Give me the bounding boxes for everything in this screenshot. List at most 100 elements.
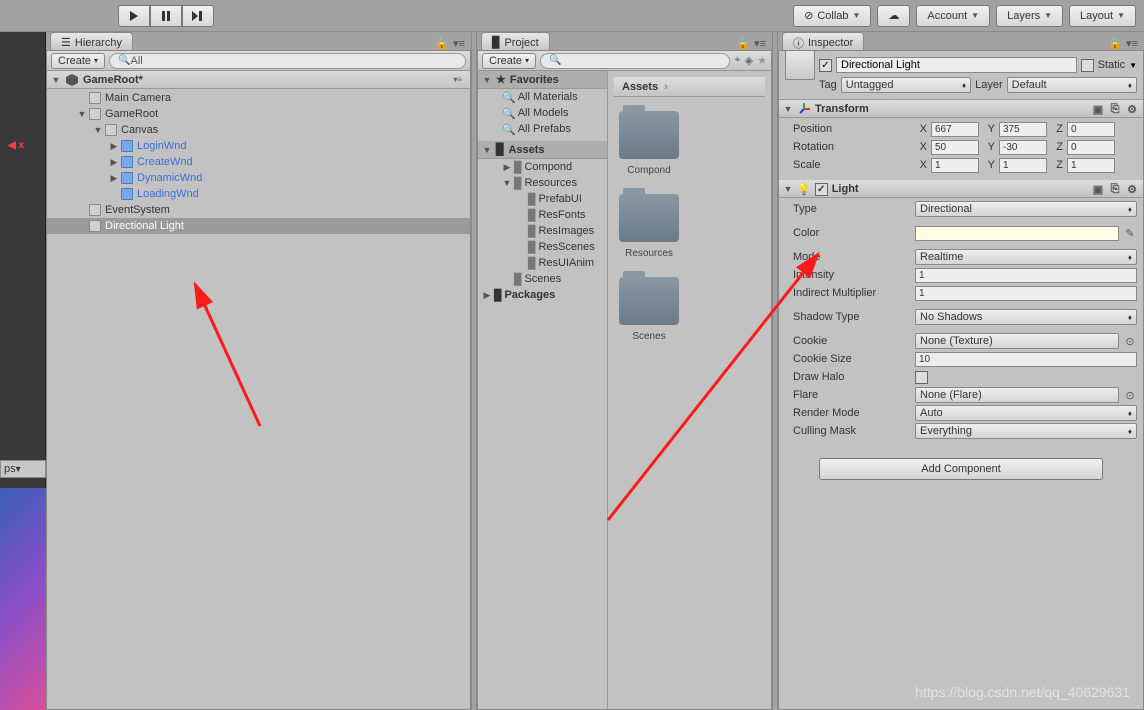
hierarchy-search[interactable]: 🔍 All: [109, 53, 466, 69]
assets-header[interactable]: ▼▉ Assets: [478, 141, 607, 159]
preset-icon[interactable]: ⎘: [1108, 182, 1122, 196]
fold-icon[interactable]: ▼: [783, 104, 793, 114]
fold-icon[interactable]: [77, 205, 87, 215]
indirect-field[interactable]: [915, 286, 1137, 301]
cookie-field[interactable]: None (Texture): [915, 333, 1119, 349]
breadcrumb[interactable]: Assets: [622, 81, 658, 93]
hierarchy-item[interactable]: ▶CreateWnd: [47, 154, 470, 170]
cookiesize-field[interactable]: [915, 352, 1137, 367]
project-folder[interactable]: ▼▉ Resources: [478, 175, 607, 191]
project-folder[interactable]: ▶▉ Compond: [478, 159, 607, 175]
fold-icon[interactable]: [516, 258, 526, 268]
drawhalo-checkbox[interactable]: [915, 371, 928, 384]
rot-y-field[interactable]: [999, 140, 1047, 155]
hierarchy-tab[interactable]: ☰ Hierarchy: [50, 32, 133, 50]
hierarchy-item[interactable]: Main Camera: [47, 90, 470, 106]
fold-icon[interactable]: [516, 242, 526, 252]
scale-x-field[interactable]: [931, 158, 979, 173]
scene-menu-icon[interactable]: ▾≡: [453, 75, 462, 84]
project-folder[interactable]: ▉ PrefabUI: [478, 191, 607, 207]
filter-icon[interactable]: ◈: [745, 54, 753, 67]
ps-tab[interactable]: ps ▾: [0, 460, 46, 478]
light-mode-dropdown[interactable]: Realtime♦: [915, 249, 1137, 265]
panel-menu-icon[interactable]: ▾≡: [453, 37, 465, 50]
gameobject-icon[interactable]: [785, 50, 815, 80]
hierarchy-item[interactable]: ▼Canvas: [47, 122, 470, 138]
hierarchy-item[interactable]: Directional Light: [47, 218, 470, 234]
light-enabled-checkbox[interactable]: ✓: [815, 183, 828, 196]
flare-field[interactable]: None (Flare): [915, 387, 1119, 403]
project-folder[interactable]: ▉ Scenes: [478, 271, 607, 287]
favorite-item[interactable]: 🔍 All Prefabs: [478, 121, 607, 137]
favorites-header[interactable]: ▼★ Favorites: [478, 71, 607, 89]
folder-item[interactable]: Scenes: [614, 277, 684, 342]
pos-z-field[interactable]: [1067, 122, 1115, 137]
fold-icon[interactable]: ▼: [77, 109, 87, 119]
cullmask-dropdown[interactable]: Everything♦: [915, 423, 1137, 439]
collab-button[interactable]: ⊘ Collab ▼: [793, 5, 871, 27]
fold-icon[interactable]: [516, 226, 526, 236]
fold-icon[interactable]: [109, 189, 119, 199]
favorite-icon[interactable]: ★: [757, 54, 767, 67]
project-folder[interactable]: ▉ ResScenes: [478, 239, 607, 255]
rot-x-field[interactable]: [931, 140, 979, 155]
static-checkbox[interactable]: [1081, 59, 1094, 72]
favorite-item[interactable]: 🔍 All Models: [478, 105, 607, 121]
hierarchy-item[interactable]: ▶LoginWnd: [47, 138, 470, 154]
rot-z-field[interactable]: [1067, 140, 1115, 155]
help-icon[interactable]: ▣: [1091, 182, 1105, 196]
packages-folder[interactable]: ▶▉ Packages: [478, 287, 607, 303]
scene-header[interactable]: ▼ GameRoot* ▾≡: [47, 71, 470, 89]
pause-button[interactable]: [150, 5, 182, 27]
shadow-dropdown[interactable]: No Shadows♦: [915, 309, 1137, 325]
fold-icon[interactable]: ▼: [783, 184, 793, 194]
fold-icon[interactable]: [516, 210, 526, 220]
hierarchy-item[interactable]: EventSystem: [47, 202, 470, 218]
fold-icon[interactable]: ▶: [502, 162, 512, 172]
favorite-item[interactable]: 🔍 All Materials: [478, 89, 607, 105]
add-component-button[interactable]: Add Component: [819, 458, 1103, 480]
rendermode-dropdown[interactable]: Auto♦: [915, 405, 1137, 421]
folder-item[interactable]: Compond: [614, 111, 684, 176]
inspector-tab[interactable]: ⓘ Inspector: [782, 32, 864, 50]
project-folder[interactable]: ▉ ResFonts: [478, 207, 607, 223]
play-button[interactable]: [118, 5, 150, 27]
fold-icon[interactable]: ▼: [502, 178, 512, 188]
folder-item[interactable]: Resources: [614, 194, 684, 259]
filter-icon[interactable]: ⌖: [734, 54, 740, 67]
scale-z-field[interactable]: [1067, 158, 1115, 173]
fold-icon[interactable]: ▼: [51, 75, 61, 85]
hierarchy-item[interactable]: ▶DynamicWnd: [47, 170, 470, 186]
pos-y-field[interactable]: [999, 122, 1047, 137]
project-tab[interactable]: ▉ Project: [481, 32, 550, 50]
light-type-dropdown[interactable]: Directional♦: [915, 201, 1137, 217]
step-button[interactable]: [182, 5, 214, 27]
project-folder[interactable]: ▉ ResImages: [478, 223, 607, 239]
fold-icon[interactable]: [77, 221, 87, 231]
light-header[interactable]: ▼ 💡 ✓ Light ▣⎘⚙: [779, 180, 1143, 198]
fold-icon[interactable]: ▶: [109, 157, 119, 167]
light-color-field[interactable]: [915, 226, 1119, 241]
project-folder[interactable]: ▉ ResUIAnim: [478, 255, 607, 271]
create-button[interactable]: Create ▾: [482, 53, 536, 69]
layout-button[interactable]: Layout ▼: [1069, 5, 1136, 27]
project-search[interactable]: 🔍: [540, 53, 730, 69]
layer-dropdown[interactable]: Default♦: [1007, 77, 1137, 93]
transform-header[interactable]: ▼ Transform ▣⎘⚙: [779, 100, 1143, 118]
create-button[interactable]: Create ▾: [51, 53, 105, 69]
fold-icon[interactable]: ▶: [109, 173, 119, 183]
lock-icon[interactable]: 🔒: [736, 37, 750, 50]
lock-icon[interactable]: 🔒: [1108, 37, 1122, 50]
fold-icon[interactable]: [516, 194, 526, 204]
hierarchy-item[interactable]: LoadingWnd: [47, 186, 470, 202]
fold-icon[interactable]: ▶: [109, 141, 119, 151]
lock-icon[interactable]: 🔒: [435, 37, 449, 50]
hierarchy-item[interactable]: ▼GameRoot: [47, 106, 470, 122]
fold-icon[interactable]: ▼: [93, 125, 103, 135]
fold-icon[interactable]: [77, 93, 87, 103]
panel-menu-icon[interactable]: ▾≡: [1126, 37, 1138, 50]
scale-y-field[interactable]: [999, 158, 1047, 173]
active-checkbox[interactable]: ✓: [819, 59, 832, 72]
scene-view[interactable]: ◀ x ps ▾: [0, 32, 46, 710]
intensity-field[interactable]: [915, 268, 1137, 283]
